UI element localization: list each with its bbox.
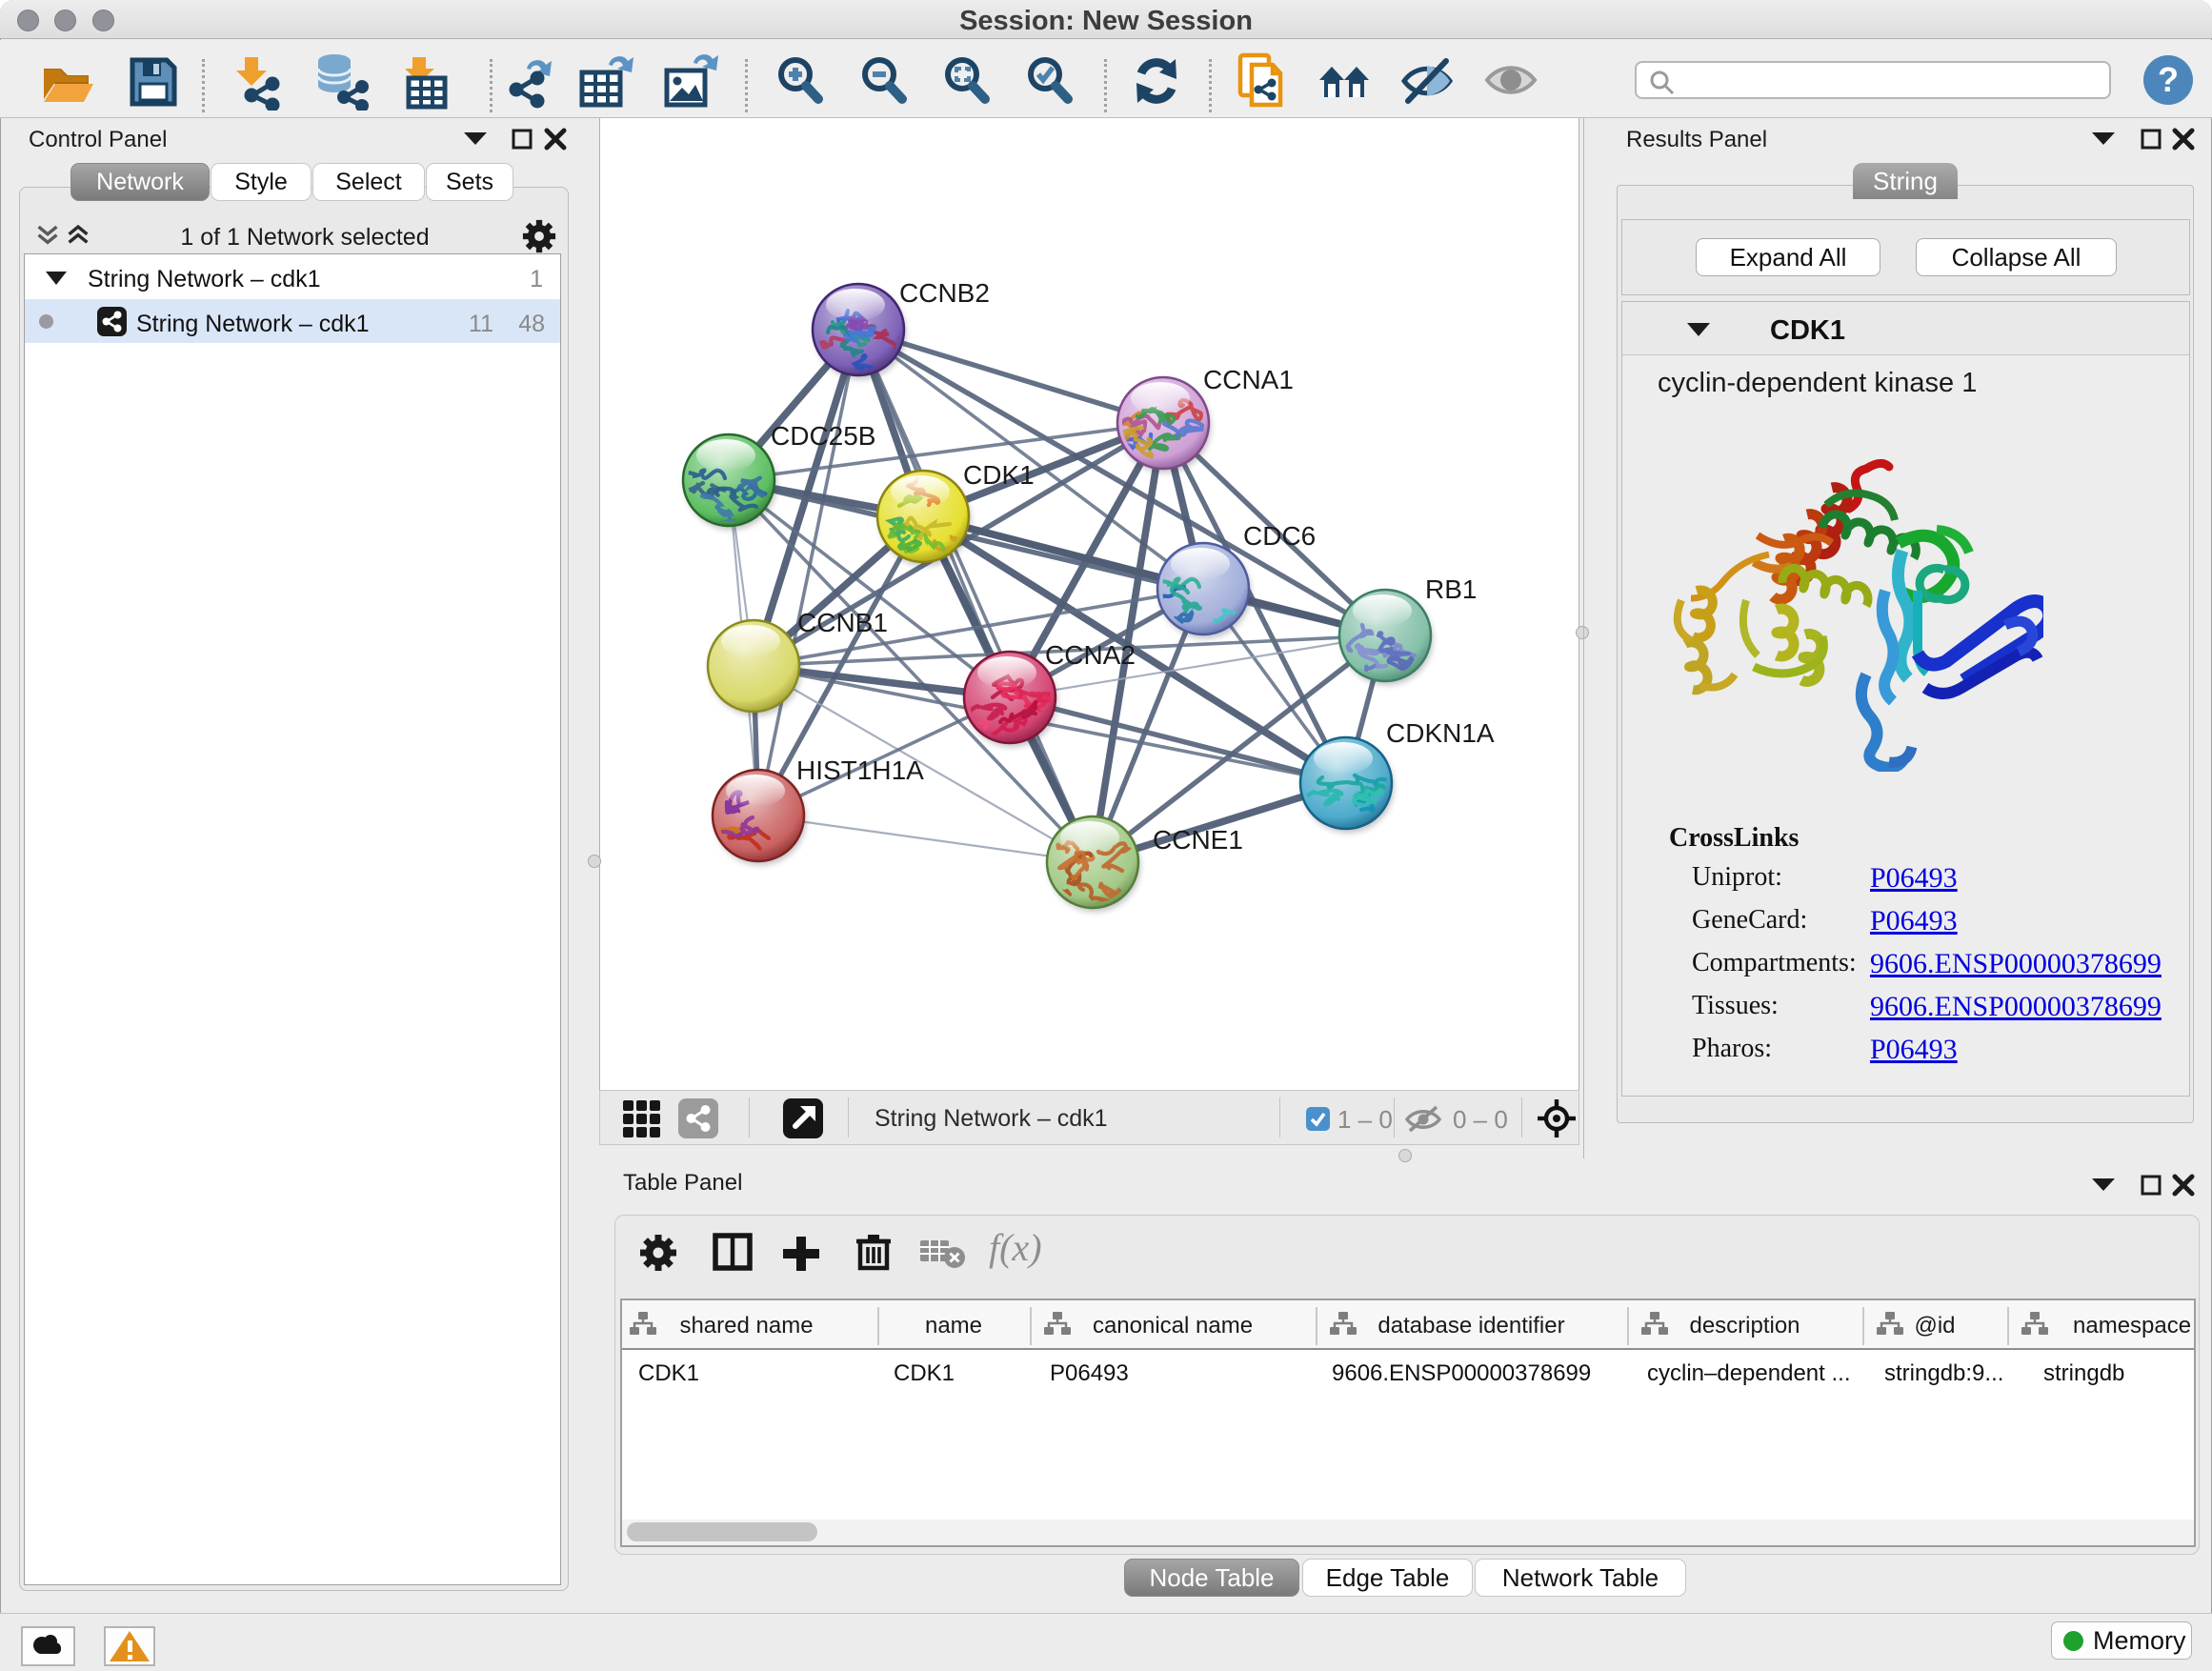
svg-text:CDKN1A: CDKN1A (1386, 718, 1495, 748)
svg-text:CDC6: CDC6 (1243, 521, 1316, 551)
svg-text:RB1: RB1 (1425, 574, 1477, 604)
svg-text:CCNB1: CCNB1 (797, 608, 888, 637)
svg-text:CCNE1: CCNE1 (1153, 825, 1243, 855)
svg-text:CDK1: CDK1 (963, 460, 1035, 490)
svg-text:HIST1H1A: HIST1H1A (796, 755, 924, 785)
svg-text:CDC25B: CDC25B (771, 421, 875, 451)
svg-text:CCNA2: CCNA2 (1045, 640, 1136, 670)
svg-text:?: ? (2158, 60, 2179, 99)
svg-text:CCNB2: CCNB2 (899, 278, 990, 308)
svg-text:CCNA1: CCNA1 (1203, 365, 1294, 394)
